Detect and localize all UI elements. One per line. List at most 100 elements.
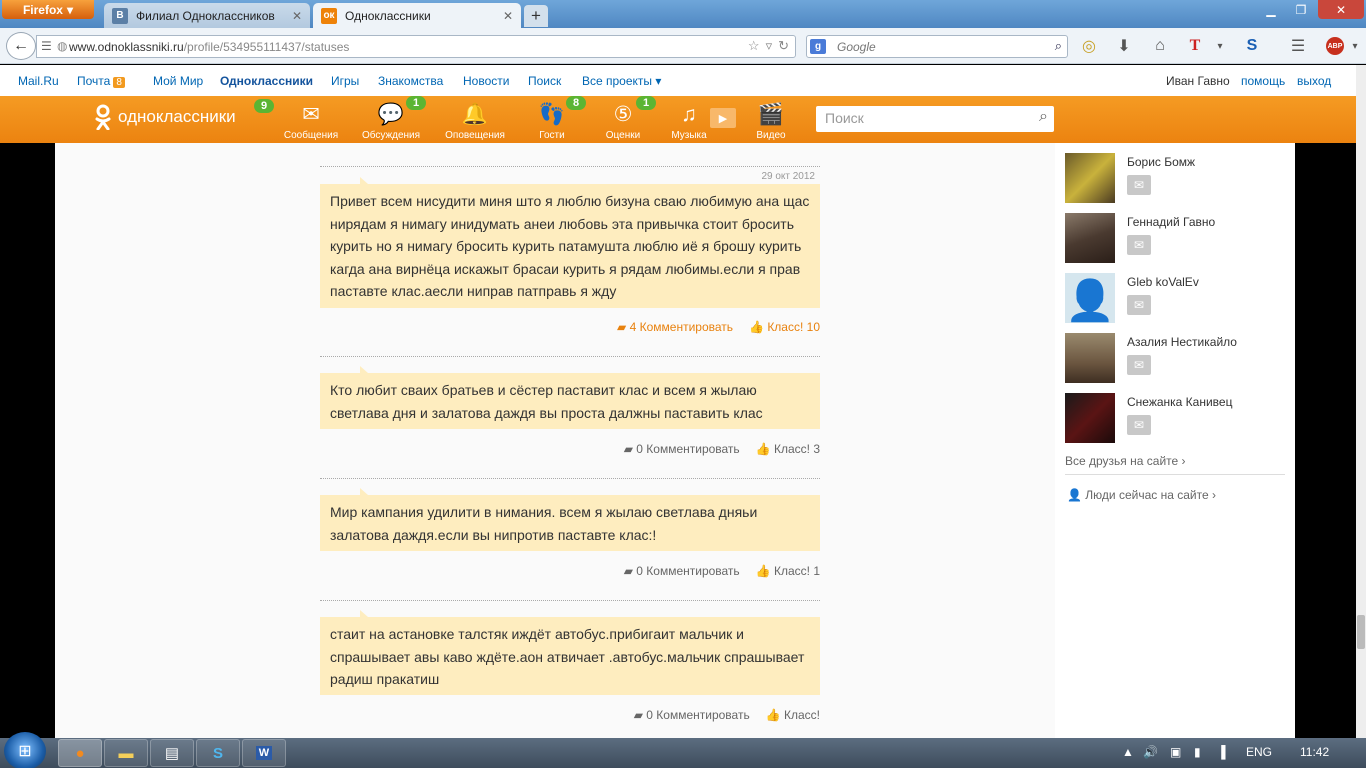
skype-addon-icon[interactable]: S [1242, 36, 1262, 56]
friend-name[interactable]: Борис Бомж [1127, 155, 1195, 169]
browser-search-box[interactable]: g Google ⌕ [806, 35, 1068, 58]
link-moy-mir[interactable]: Мой Мир [153, 74, 203, 88]
star-icon[interactable]: ☆ [748, 38, 760, 54]
friend-item[interactable]: Геннадий Гавно ✉ [1065, 213, 1285, 265]
avatar[interactable] [1065, 213, 1115, 263]
comment-link[interactable]: ▰ 0 Комментировать [624, 442, 740, 456]
music-play-icon[interactable]: ▶ [710, 108, 736, 128]
bell-icon: 🔔 [461, 103, 489, 126]
menu-icon[interactable]: ☰ [1288, 36, 1308, 56]
taskbar-app[interactable]: ▤ [150, 739, 194, 767]
tray-expand-icon[interactable]: ▲ [1122, 745, 1134, 759]
close-icon[interactable]: ✕ [292, 9, 302, 23]
language-indicator[interactable]: ENG [1246, 745, 1272, 759]
page-scrollbar[interactable] [1356, 65, 1366, 738]
friend-name[interactable]: Азалия Нестикайло [1127, 335, 1237, 349]
network-icon[interactable]: ▣ [1170, 745, 1181, 759]
link-mailru[interactable]: Mail.Ru [18, 74, 59, 88]
envelope-icon[interactable]: ✉ [1127, 295, 1151, 315]
tab-label: Филиал Одноклассников [136, 8, 275, 23]
avatar[interactable] [1065, 153, 1115, 203]
link-novosti[interactable]: Новости [463, 74, 509, 88]
like-link[interactable]: 👍 Класс! 1 [756, 564, 820, 578]
addon-icon[interactable]: ◎ [1079, 36, 1099, 56]
post-actions: ▰ 0 Комментировать 👍 Класс! [634, 708, 820, 722]
people-online-link[interactable]: 👤 Люди сейчас на сайте › [1067, 488, 1216, 502]
taskbar-skype[interactable]: S [196, 739, 240, 767]
tab-vk[interactable]: В Филиал Одноклассников ✕ [104, 3, 310, 28]
link-odnoklassniki[interactable]: Одноклассники [220, 74, 313, 88]
chevron-down-icon[interactable]: ▿ [766, 38, 773, 54]
new-tab-button[interactable]: + [524, 5, 548, 27]
taskbar-firefox[interactable]: ● [58, 739, 102, 767]
clock[interactable]: 11:42 [1300, 745, 1329, 759]
back-button[interactable]: ← [6, 32, 36, 60]
link-znakomstva[interactable]: Знакомства [378, 74, 443, 88]
comment-link[interactable]: ▰ 0 Комментировать [624, 564, 740, 578]
friend-name[interactable]: Снежанка Канивец [1127, 395, 1232, 409]
chevron-down-icon[interactable]: ▾ [1210, 36, 1230, 56]
nav-video[interactable]: 🎬 Видео [736, 100, 806, 141]
link-poisk[interactable]: Поиск [528, 74, 561, 88]
ok-logo[interactable]: одноклассники [94, 104, 236, 130]
like-link[interactable]: 👍 Класс! 3 [756, 442, 820, 456]
like-link[interactable]: 👍 Класс! [766, 708, 820, 722]
word-icon: W [255, 746, 273, 760]
translate-icon[interactable]: T [1185, 36, 1205, 56]
friend-item[interactable]: Азалия Нестикайло ✉ [1065, 333, 1285, 385]
download-icon[interactable]: ⬇ [1114, 36, 1134, 56]
envelope-icon[interactable]: ✉ [1127, 415, 1151, 435]
user-name[interactable]: Иван Гавно [1166, 74, 1230, 88]
nav-notifications[interactable]: 🔔 Оповещения [440, 100, 510, 141]
battery-icon[interactable]: ▮ [1194, 745, 1201, 759]
taskbar-explorer[interactable]: ▬ [104, 739, 148, 767]
close-icon[interactable]: ✕ [503, 9, 513, 23]
discussions-badge: 1 [406, 96, 427, 110]
firefox-menu-button[interactable]: Firefox ▾ [2, 0, 94, 19]
signal-icon[interactable]: ▐ [1217, 745, 1226, 759]
minimize-button[interactable]: ▁ [1258, 0, 1284, 19]
restore-button[interactable]: ❐ [1288, 0, 1314, 19]
link-logout[interactable]: выход [1297, 74, 1331, 88]
google-icon[interactable]: g [810, 39, 826, 54]
nav-messages[interactable]: ✉ Сообщения [276, 100, 346, 141]
volume-icon[interactable]: 🔊 [1143, 745, 1158, 759]
ok-header: одноклассники 9 ✉ Сообщения 💬 Обсуждения… [0, 96, 1356, 143]
envelope-icon[interactable]: ✉ [1127, 235, 1151, 255]
link-pochta[interactable]: Почта 8 [77, 74, 125, 88]
chevron-down-icon[interactable]: ▾ [1345, 36, 1365, 56]
close-window-button[interactable]: ✕ [1318, 0, 1364, 19]
friend-item[interactable]: 👤 Gleb koValEv ✉ [1065, 273, 1285, 325]
link-igry[interactable]: Игры [331, 74, 359, 88]
friend-name[interactable]: Gleb koValEv [1127, 275, 1199, 289]
list-icon[interactable]: ☰ [41, 39, 52, 53]
friend-name[interactable]: Геннадий Гавно [1127, 215, 1215, 229]
comment-link[interactable]: ▰ 4 Комментировать [617, 320, 733, 334]
scrollbar-thumb[interactable] [1357, 615, 1365, 649]
tab-odnoklassniki[interactable]: ок Одноклассники ✕ [313, 3, 521, 28]
link-all-projects[interactable]: Все проекты ▾ [582, 74, 661, 88]
friends-sidebar: Борис Бомж ✉ Геннадий Гавно ✉ 👤 Gleb koV… [1055, 143, 1295, 738]
envelope-icon[interactable]: ✉ [1127, 355, 1151, 375]
taskbar-word[interactable]: W [242, 739, 286, 767]
home-icon[interactable]: ⌂ [1150, 36, 1170, 56]
avatar[interactable] [1065, 393, 1115, 443]
like-link[interactable]: 👍 Класс! 10 [749, 320, 820, 334]
all-friends-link[interactable]: Все друзья на сайте › [1065, 454, 1186, 468]
adblock-icon[interactable]: ABP [1326, 37, 1344, 55]
comment-link[interactable]: ▰ 0 Комментировать [634, 708, 750, 722]
site-search-input[interactable]: Поиск ⌕ [816, 106, 1054, 132]
avatar[interactable] [1065, 333, 1115, 383]
url-bar[interactable]: ☰ ◍ www.odnoklassniki.ru/profile/5349551… [36, 35, 796, 58]
link-help[interactable]: помощь [1241, 74, 1285, 88]
search-icon[interactable]: ⌕ [1055, 38, 1062, 54]
like-label: Класс! [784, 708, 820, 722]
search-icon[interactable]: ⌕ [1039, 108, 1048, 126]
start-button[interactable]: ⊞ [4, 732, 46, 768]
reload-icon[interactable]: ↻ [778, 38, 789, 54]
firefox-menu-label: Firefox [22, 2, 63, 17]
friend-item[interactable]: Снежанка Канивец ✉ [1065, 393, 1285, 445]
friend-item[interactable]: Борис Бомж ✉ [1065, 153, 1285, 205]
envelope-icon[interactable]: ✉ [1127, 175, 1151, 195]
avatar[interactable]: 👤 [1065, 273, 1115, 323]
